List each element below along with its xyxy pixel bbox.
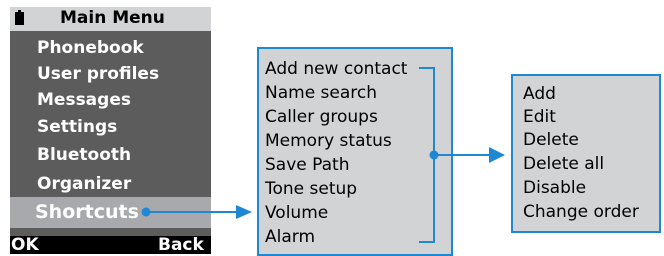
softkey-back-button[interactable]: Back bbox=[158, 235, 204, 255]
submenu-item[interactable]: Volume bbox=[265, 203, 328, 223]
submenu-item[interactable]: Add new contact bbox=[265, 59, 407, 79]
menu-item-user-profiles[interactable]: User profiles bbox=[37, 64, 159, 84]
menu-item-bluetooth[interactable]: Bluetooth bbox=[37, 145, 131, 165]
menu-item-shortcuts-label: Shortcuts bbox=[35, 201, 139, 223]
battery-icon bbox=[15, 10, 24, 25]
action-item[interactable]: Edit bbox=[523, 107, 556, 127]
softkey-bar: OK Back bbox=[10, 235, 211, 255]
submenu-item[interactable]: Tone setup bbox=[265, 179, 357, 199]
submenu-item[interactable]: Caller groups bbox=[265, 107, 378, 127]
menu-list: Phonebook User profiles Messages Setting… bbox=[10, 31, 211, 236]
submenu-item[interactable]: Save Path bbox=[265, 155, 349, 175]
menu-item-shortcuts[interactable]: Shortcuts bbox=[10, 197, 211, 228]
action-item[interactable]: Disable bbox=[523, 178, 586, 198]
arrow-right-icon bbox=[489, 147, 505, 163]
submenu-item[interactable]: Alarm bbox=[265, 227, 315, 247]
action-item[interactable]: Delete all bbox=[523, 154, 604, 174]
phone-title-bar: Main Menu bbox=[10, 7, 211, 31]
menu-item-organizer[interactable]: Organizer bbox=[37, 174, 131, 194]
menu-item-messages[interactable]: Messages bbox=[37, 90, 131, 110]
action-item[interactable]: Delete bbox=[523, 130, 579, 150]
menu-item-settings[interactable]: Settings bbox=[37, 117, 117, 137]
page-title: Main Menu bbox=[60, 8, 165, 28]
shortcuts-submenu: Add new contact Name search Caller group… bbox=[257, 47, 453, 256]
submenu-item[interactable]: Name search bbox=[265, 83, 377, 103]
action-item[interactable]: Add bbox=[523, 84, 556, 104]
contact-actions-submenu: Add Edit Delete Delete all Disable Chang… bbox=[511, 74, 661, 233]
arrow-right-icon bbox=[236, 205, 252, 219]
menu-item-phonebook[interactable]: Phonebook bbox=[37, 38, 144, 58]
submenu-item[interactable]: Memory status bbox=[265, 131, 392, 151]
softkey-ok-button[interactable]: OK bbox=[11, 235, 39, 255]
phone-screen: Main Menu Phonebook User profiles Messag… bbox=[10, 7, 211, 255]
action-item[interactable]: Change order bbox=[523, 202, 639, 222]
